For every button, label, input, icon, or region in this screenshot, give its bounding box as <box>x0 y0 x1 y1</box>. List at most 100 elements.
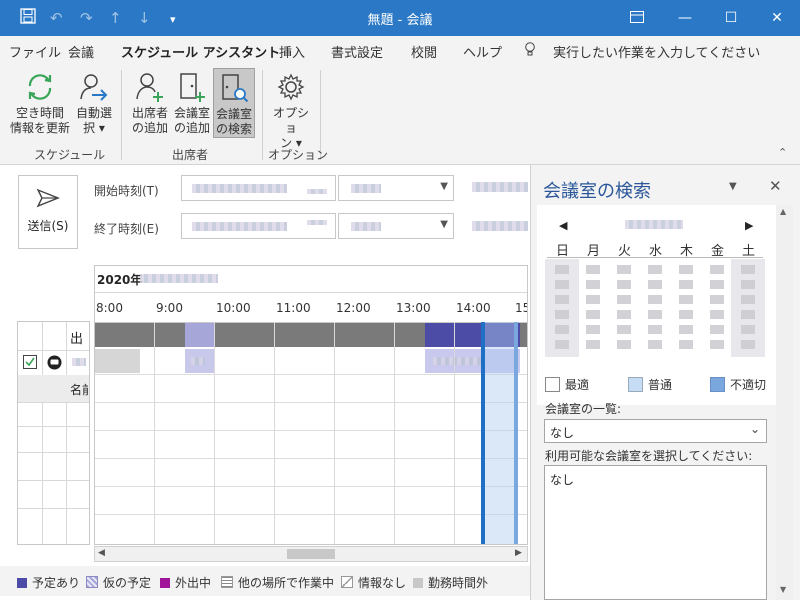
calendar-day-cell[interactable] <box>586 325 600 334</box>
calendar-day-cell[interactable] <box>648 265 662 274</box>
calendar-day-cell[interactable] <box>710 340 724 349</box>
calendar-day-cell[interactable] <box>617 325 631 334</box>
tab-scheduling-assistant[interactable]: スケジュール アシスタント <box>121 42 281 67</box>
legend-best: 最適 <box>545 376 589 393</box>
restore-ribbon-icon[interactable] <box>614 0 660 36</box>
end-time-field[interactable]: ▼ <box>338 213 454 239</box>
scroll-up-icon[interactable]: ▲ <box>780 207 786 216</box>
calendar-day-cell[interactable] <box>648 340 662 349</box>
refresh-free-busy-button[interactable]: 空き時間 情報を更新 <box>8 68 72 138</box>
calendar-day-cell[interactable] <box>555 295 569 304</box>
prev-month-icon[interactable]: ◀ <box>559 219 567 232</box>
calendar-day-cell[interactable] <box>679 325 693 334</box>
autopick-button[interactable]: 自動選 択 ▾ <box>72 68 116 138</box>
calendar-day-cell[interactable] <box>648 325 662 334</box>
scroll-down-icon[interactable]: ▼ <box>780 585 786 594</box>
tab-review[interactable]: 校閲 <box>411 42 437 61</box>
send-button[interactable]: 送信(S) <box>18 175 78 249</box>
table-row[interactable] <box>18 350 89 376</box>
calendar-day-cell[interactable] <box>586 280 600 289</box>
calendar-day-cell[interactable] <box>741 265 755 274</box>
meeting-time-selection[interactable] <box>481 322 517 544</box>
calendar-day-cell[interactable] <box>679 280 693 289</box>
calendar-day-cell[interactable] <box>710 265 724 274</box>
options-label: オプショ ン ▾ <box>272 106 309 150</box>
calendar-day-cell[interactable] <box>586 340 600 349</box>
calendar-day-cell[interactable] <box>586 295 600 304</box>
tab-format[interactable]: 書式設定 <box>331 42 383 61</box>
meeting-end-handle[interactable] <box>514 322 518 544</box>
schedule-grid[interactable]: 2020年 8:00 9:00 10:00 11:00 12:00 13:00 … <box>94 265 528 545</box>
calendar-day-cell[interactable] <box>617 265 631 274</box>
start-date-field[interactable] <box>181 175 336 201</box>
chevron-down-icon[interactable]: ▼ <box>440 219 448 230</box>
calendar-day-cell[interactable] <box>586 265 600 274</box>
tab-file[interactable]: ファイル <box>9 42 61 61</box>
attendee-column-header: 出 <box>70 332 84 347</box>
group-label-schedule: スケジュール <box>34 148 106 162</box>
calendar-day-cell[interactable] <box>710 280 724 289</box>
calendar-day-cell[interactable] <box>741 280 755 289</box>
calendar-day-cell[interactable] <box>679 340 693 349</box>
chevron-down-icon[interactable]: ▼ <box>440 181 448 192</box>
meeting-start-handle[interactable] <box>481 322 485 544</box>
minimize-icon[interactable]: — <box>662 0 708 36</box>
close-pane-icon[interactable]: ✕ <box>769 177 782 195</box>
end-date-field[interactable] <box>181 213 336 239</box>
next-month-icon[interactable]: ▶ <box>745 219 753 232</box>
calendar-day-cell[interactable] <box>617 295 631 304</box>
add-attendees-button[interactable]: 出席者 の追加 <box>128 68 172 138</box>
calendar-day-cell[interactable] <box>679 295 693 304</box>
tab-meeting[interactable]: 会議 <box>68 42 94 61</box>
attendee-list: 出 名前 <box>17 321 90 545</box>
tab-help[interactable]: ヘルプ <box>463 42 502 61</box>
table-row[interactable]: 名前 <box>18 375 89 403</box>
scroll-left-icon[interactable]: ◀ <box>98 548 105 558</box>
hour-label: 10:00 <box>216 301 251 315</box>
checkbox-icon[interactable] <box>23 355 37 372</box>
collapse-ribbon-icon[interactable]: ⌃ <box>778 146 787 159</box>
calendar-day-cell[interactable] <box>648 295 662 304</box>
calendar-day-cell[interactable] <box>617 310 631 319</box>
calendar-day-cell[interactable] <box>679 265 693 274</box>
calendar-day-cell[interactable] <box>710 295 724 304</box>
tab-insert[interactable]: 挿入 <box>279 42 305 61</box>
calendar-day-cell[interactable] <box>741 310 755 319</box>
scroll-right-icon[interactable]: ▶ <box>515 548 522 558</box>
group-separator <box>121 70 122 160</box>
calendar-day-cell[interactable] <box>555 340 569 349</box>
start-time-field[interactable]: ▼ <box>338 175 454 201</box>
calendar-day-cell[interactable] <box>741 325 755 334</box>
calendar-day-cell[interactable] <box>648 310 662 319</box>
calendar-day-cell[interactable] <box>679 310 693 319</box>
tell-me-search[interactable]: 実行したい作業を入力してください <box>553 42 760 61</box>
scroll-thumb[interactable] <box>287 549 335 559</box>
maximize-icon[interactable]: ☐ <box>708 0 754 36</box>
legend-out-of-office: 外出中 <box>160 574 211 591</box>
chevron-down-icon[interactable]: ⌄ <box>750 422 760 436</box>
pane-scrollbar[interactable]: ▲ ▼ <box>776 205 793 600</box>
options-button[interactable]: オプショ ン ▾ <box>268 68 314 150</box>
send-icon <box>19 188 77 211</box>
organizer-icon <box>47 355 62 373</box>
calendar-day-cell[interactable] <box>710 325 724 334</box>
pane-menu-icon[interactable]: ▼ <box>729 181 737 192</box>
calendar-day-cell[interactable] <box>555 310 569 319</box>
room-finder-button[interactable]: 会議室 の検索 <box>213 68 255 138</box>
calendar-day-cell[interactable] <box>741 340 755 349</box>
close-icon[interactable]: ✕ <box>754 0 800 36</box>
calendar-day-cell[interactable] <box>617 340 631 349</box>
horizontal-scrollbar[interactable]: ◀ ▶ <box>94 546 528 562</box>
calendar-day-cell[interactable] <box>586 310 600 319</box>
calendar-day-cell[interactable] <box>555 280 569 289</box>
add-attendees-label: 出席者 の追加 <box>131 106 168 135</box>
calendar-day-cell[interactable] <box>617 280 631 289</box>
calendar-day-cell[interactable] <box>555 325 569 334</box>
calendar-day-cell[interactable] <box>741 295 755 304</box>
calendar-day-cell[interactable] <box>710 310 724 319</box>
available-rooms-list[interactable]: なし <box>544 465 767 600</box>
calendar-day-cell[interactable] <box>555 265 569 274</box>
add-rooms-button[interactable]: 会議室 の追加 <box>171 68 213 138</box>
room-list-select[interactable]: なし ⌄ <box>544 419 767 443</box>
calendar-day-cell[interactable] <box>648 280 662 289</box>
